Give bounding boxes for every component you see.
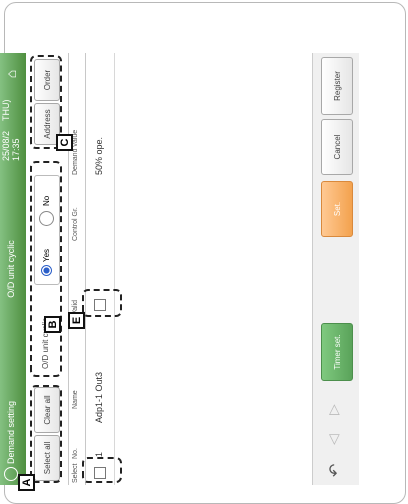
app-title: Demand setting	[4, 373, 18, 485]
register-button[interactable]: Register	[321, 57, 353, 115]
scroll-left-icon[interactable]: ◁	[325, 434, 342, 445]
table-row[interactable]: 1 Adp1-1 Out3 50% ope.	[86, 53, 115, 485]
table-header: Select No. Name Valid Control Gr. Demand…	[68, 53, 86, 485]
demand-setting-screen: Demand setting O/D unit cyclic 25/08/2TH…	[0, 53, 359, 491]
back-icon[interactable]: ↶	[325, 464, 345, 477]
callout-e-box	[82, 289, 122, 317]
app-title-text: Demand setting	[6, 400, 16, 464]
callout-b-label: B	[44, 316, 61, 333]
timer-set-button[interactable]: Timer set.	[321, 323, 353, 381]
col-select: Select	[72, 463, 79, 483]
callout-c-label: C	[56, 134, 73, 151]
callout-a-box	[30, 385, 62, 483]
col-demand-value: Demand value	[72, 129, 79, 175]
row-demand-value: 50% ope.	[94, 136, 104, 175]
row-name: Adp1-1 Out3	[94, 371, 104, 423]
device-frame: Demand setting O/D unit cyclic 25/08/2TH…	[0, 2, 406, 504]
mode-title: O/D unit cyclic	[6, 240, 16, 298]
cancel-button[interactable]: Cancel	[321, 119, 353, 175]
footer-bar: ↶ ◁ ▷ Timer set. Set. Cancel Register	[312, 53, 359, 485]
col-no: No.	[72, 448, 79, 459]
app-logo-icon	[4, 467, 18, 481]
title-bar: Demand setting O/D unit cyclic 25/08/2TH…	[0, 53, 26, 485]
datetime: 25/08/2THU) 17:35	[1, 99, 21, 161]
home-icon[interactable]: ⌂	[3, 57, 19, 91]
col-name: Name	[72, 390, 79, 409]
scroll-right-icon[interactable]: ▷	[325, 404, 342, 415]
callout-d-box	[82, 457, 122, 483]
callout-a-label: A	[18, 474, 35, 491]
col-control-gr: Control Gr.	[72, 207, 79, 241]
callout-b-box	[30, 161, 62, 377]
set-button[interactable]: Set.	[321, 181, 353, 237]
callout-e-label: E	[68, 312, 85, 329]
